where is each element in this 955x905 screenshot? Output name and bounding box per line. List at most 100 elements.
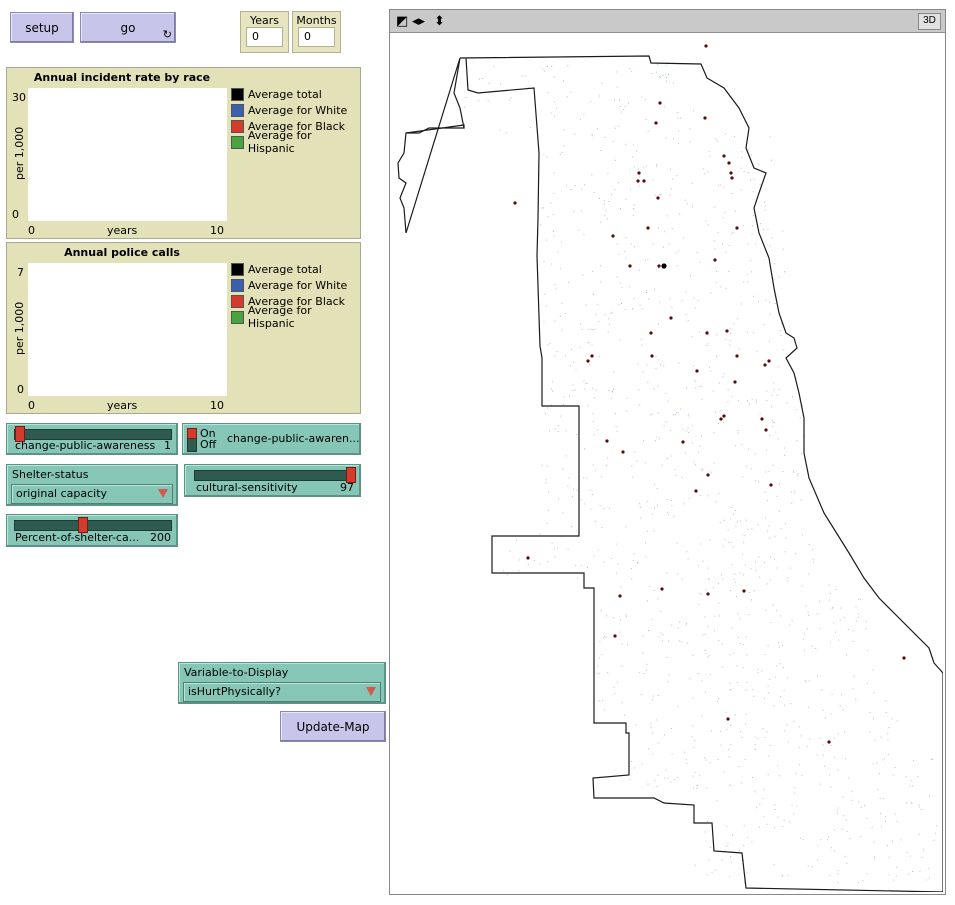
population-dot — [852, 641, 854, 642]
population-dot — [752, 689, 754, 691]
population-dot — [609, 508, 610, 510]
population-dot — [684, 199, 686, 201]
awareness-switch[interactable]: On Off change-public-awaren... — [182, 423, 361, 455]
population-dot — [707, 343, 709, 345]
population-dot — [705, 692, 707, 694]
population-dot — [807, 611, 809, 613]
population-dot — [774, 676, 776, 678]
population-dot — [717, 185, 719, 187]
chooser-dropdown[interactable]: isHurtPhysically? — [183, 682, 381, 702]
population-dot — [845, 654, 847, 656]
population-dot — [804, 680, 806, 681]
population-dot — [671, 178, 673, 180]
population-dot — [718, 423, 719, 424]
population-dot — [667, 513, 669, 515]
population-dot — [603, 203, 605, 205]
population-dot — [864, 804, 865, 806]
population-dot — [593, 555, 595, 557]
population-dot — [805, 605, 807, 607]
population-dot — [782, 471, 784, 473]
population-dot — [515, 539, 517, 541]
population-dot — [546, 522, 548, 524]
population-dot — [719, 521, 721, 523]
population-dot — [849, 838, 851, 839]
population-dot — [655, 71, 657, 73]
population-dot — [661, 464, 663, 466]
population-dot — [590, 508, 592, 510]
incident-marker — [706, 473, 710, 477]
switch-toggle[interactable] — [187, 428, 197, 452]
population-dot — [755, 736, 757, 738]
population-dot — [824, 765, 825, 767]
awareness-slider[interactable]: change-public-awareness 1 — [6, 423, 178, 455]
3d-view-button[interactable]: 3D — [918, 13, 941, 30]
population-dot — [725, 287, 727, 289]
population-dot — [793, 812, 795, 814]
resize-icon[interactable]: ◩ — [396, 14, 408, 27]
population-dot — [718, 602, 720, 604]
map-canvas[interactable] — [394, 33, 943, 892]
population-dot — [615, 543, 617, 545]
switch-knob[interactable] — [187, 428, 197, 439]
population-dot — [755, 480, 757, 482]
population-dot — [739, 643, 741, 644]
setup-button[interactable]: setup — [10, 12, 74, 43]
population-dot — [641, 308, 643, 310]
left-right-arrows-icon[interactable]: ◂▸ — [412, 14, 425, 27]
population-dot — [579, 346, 581, 348]
up-down-arrows-icon[interactable]: ⬍ — [434, 14, 445, 27]
population-dot — [880, 825, 882, 827]
population-dot — [933, 839, 935, 841]
slider-track[interactable] — [14, 517, 172, 533]
population-dot — [648, 298, 650, 300]
population-dot — [908, 873, 910, 875]
go-button[interactable]: go ↻ — [80, 12, 176, 43]
population-dot — [847, 628, 849, 630]
population-dot — [728, 244, 730, 246]
population-dot — [553, 235, 555, 237]
population-dot — [676, 412, 678, 414]
population-dot — [583, 184, 585, 186]
population-dot — [784, 454, 786, 456]
slider-track[interactable] — [194, 467, 356, 483]
slider-value: 1 — [164, 439, 171, 452]
population-dot — [617, 563, 619, 565]
variable-to-display-chooser[interactable]: Variable-to-Display isHurtPhysically? — [178, 662, 386, 704]
population-dot — [637, 363, 639, 365]
population-dot — [654, 288, 656, 290]
population-dot — [580, 564, 582, 566]
plot-area — [28, 88, 227, 221]
population-dot — [607, 672, 609, 674]
population-dot — [771, 395, 773, 396]
population-dot — [601, 700, 603, 702]
chooser-dropdown[interactable]: original capacity — [11, 484, 173, 504]
population-dot — [600, 221, 602, 223]
population-dot — [725, 251, 727, 253]
population-dot — [820, 689, 822, 691]
update-map-button[interactable]: Update-Map — [280, 711, 386, 742]
population-dot — [624, 250, 626, 252]
population-dot — [664, 231, 666, 233]
shelter-status-chooser[interactable]: Shelter-status original capacity — [6, 464, 178, 506]
population-dot — [631, 761, 633, 762]
switch-label: change-public-awaren... — [227, 432, 360, 445]
population-dot — [632, 560, 634, 562]
population-dot — [812, 549, 814, 551]
population-dot — [561, 329, 563, 331]
population-dot — [912, 871, 913, 872]
population-dot — [551, 381, 553, 383]
population-dot — [574, 389, 576, 391]
population-dot — [832, 622, 834, 624]
slider-label: change-public-awareness — [15, 439, 156, 452]
cultural-sensitivity-slider[interactable]: cultural-sensitivity 97 — [184, 464, 361, 497]
population-dot — [567, 485, 569, 487]
population-dot — [657, 598, 659, 600]
population-dot — [518, 570, 520, 572]
population-dot — [636, 150, 638, 152]
incident-marker — [654, 121, 658, 125]
world-view[interactable]: ◩ ◂▸ ⬍ 3D — [389, 9, 946, 895]
population-dot — [782, 248, 784, 250]
population-dot — [808, 573, 810, 575]
population-dot — [576, 489, 578, 491]
shelter-capacity-slider[interactable]: Percent-of-shelter-ca... 200 — [6, 514, 178, 547]
